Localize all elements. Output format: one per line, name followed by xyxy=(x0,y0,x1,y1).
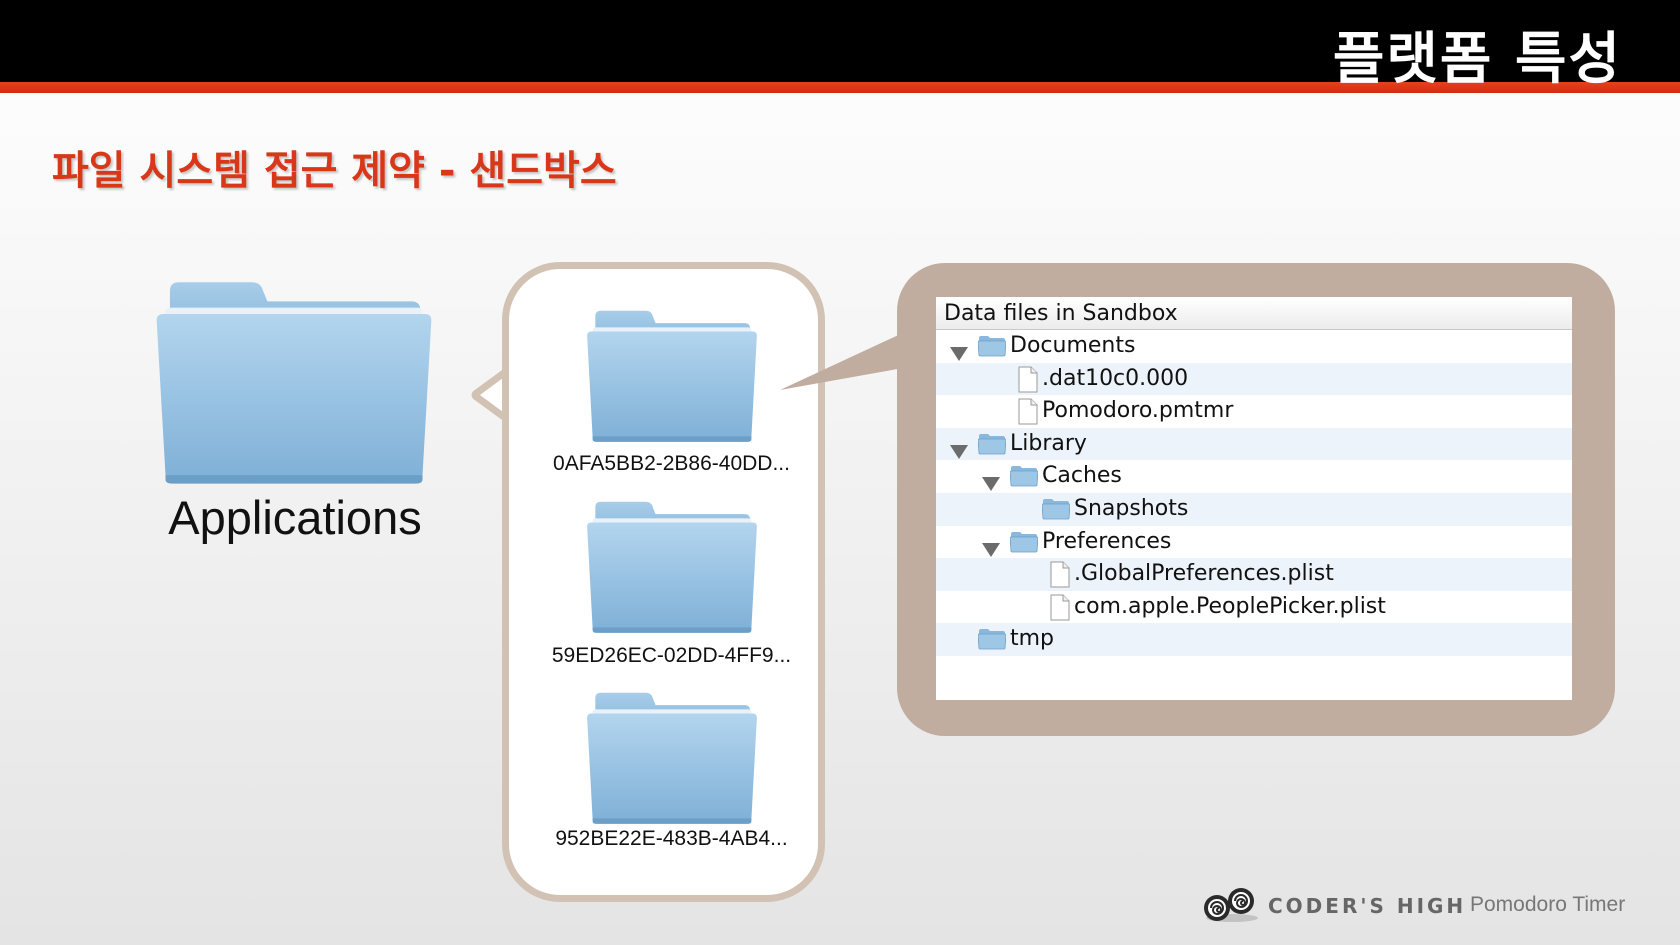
coders-high-logo xyxy=(1201,886,1263,924)
container-label: 952BE22E-483B-4AB4... xyxy=(555,827,788,850)
applications-folder-icon[interactable] xyxy=(150,278,438,490)
file-icon xyxy=(1018,366,1038,393)
file-name: Preferences xyxy=(1042,528,1172,554)
file-name: .GlobalPreferences.plist xyxy=(1074,561,1334,587)
file-name: Pomodoro.pmtmr xyxy=(1042,398,1234,424)
file-row[interactable]: .dat10c0.000 xyxy=(936,362,1572,396)
file-tree: Documents .dat10c0.000 Pomodoro.pmtmr Libra… xyxy=(936,330,1572,656)
sandbox-file-list: Data files in Sandbox Documents .dat10c0.… xyxy=(936,297,1572,700)
file-name: Snapshots xyxy=(1074,495,1189,521)
folder-icon xyxy=(977,433,1007,455)
container-label: 59ED26EC-02DD-4FF9... xyxy=(551,644,792,667)
file-icon xyxy=(1050,561,1070,588)
folder-icon xyxy=(1009,465,1039,487)
footer-product-name: Pomodoro Timer xyxy=(1470,893,1626,916)
folder-icon xyxy=(1009,531,1039,553)
folder-icon xyxy=(977,335,1007,357)
disclosure-triangle-icon[interactable] xyxy=(950,339,968,361)
disclosure-triangle-icon[interactable] xyxy=(982,535,1000,557)
container-folder-icon[interactable] xyxy=(583,308,761,446)
file-name: Library xyxy=(1010,430,1087,456)
folder-row[interactable]: Snapshots xyxy=(936,492,1572,526)
container-folder-icon[interactable] xyxy=(583,690,761,828)
folder-icon xyxy=(977,628,1007,650)
disclosure-triangle-icon[interactable] xyxy=(982,469,1000,492)
file-name: tmp xyxy=(1010,626,1055,652)
file-row[interactable]: .GlobalPreferences.plist xyxy=(936,558,1572,591)
folder-row[interactable]: tmp xyxy=(936,623,1572,656)
container-label: 0AFA5BB2-2B86-40DD... xyxy=(553,452,790,475)
folder-row[interactable]: Caches xyxy=(936,460,1572,493)
container-folder-icon[interactable] xyxy=(583,499,761,637)
disclosure-triangle-icon[interactable] xyxy=(950,437,968,459)
file-list-header: Data files in Sandbox xyxy=(936,297,1572,330)
section-heading: 파일 시스템 접근 제약 - 샌드박스 xyxy=(52,148,617,194)
file-row[interactable]: Pomodoro.pmtmr xyxy=(936,395,1572,428)
footer-separator: I xyxy=(1448,894,1454,918)
file-name: .dat10c0.000 xyxy=(1042,365,1189,391)
folder-icon xyxy=(1041,498,1071,520)
folder-row[interactable]: Library xyxy=(936,427,1572,461)
file-name: Caches xyxy=(1042,463,1122,489)
file-icon xyxy=(1018,398,1038,425)
applications-label: Applications xyxy=(168,491,422,544)
file-name: com.apple.PeoplePicker.plist xyxy=(1074,593,1386,619)
file-name: Documents xyxy=(1010,333,1136,358)
folder-row[interactable]: Preferences xyxy=(936,526,1572,559)
folder-row[interactable]: Documents xyxy=(936,330,1572,363)
file-icon xyxy=(1050,594,1070,621)
slide-title: 플랫폼 특성 xyxy=(1332,27,1622,92)
file-row[interactable]: com.apple.PeoplePicker.plist xyxy=(936,591,1572,624)
footer-brand: CODER'S HIGH xyxy=(1268,894,1467,918)
